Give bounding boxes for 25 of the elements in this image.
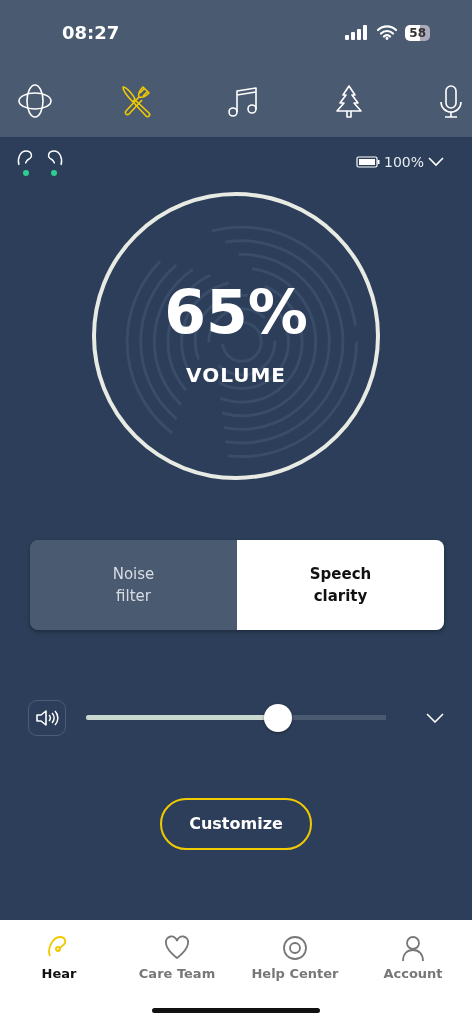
volume-value: 65% xyxy=(164,282,308,342)
nav-tab[interactable]: Account xyxy=(354,920,472,985)
battery-level: 58 xyxy=(405,24,430,41)
signal-icon xyxy=(345,25,370,40)
battery-icon xyxy=(355,156,380,168)
knife-fork-icon[interactable] xyxy=(120,83,154,119)
mode-toggle[interactable]: Speech clarity xyxy=(237,540,444,630)
globe-icon[interactable] xyxy=(18,83,52,119)
nav-tab[interactable]: Care Team xyxy=(118,920,236,985)
target-icon xyxy=(281,934,309,962)
nav-tab[interactable]: Hear xyxy=(0,920,118,985)
slider-thumb[interactable] xyxy=(264,704,292,732)
wifi-icon xyxy=(377,25,398,40)
mode-toggle[interactable]: Noise filter xyxy=(30,540,237,630)
speaker-icon[interactable] xyxy=(28,700,66,736)
customize-button[interactable]: Customize xyxy=(160,798,312,850)
volume-dial[interactable]: 65% VOLUME xyxy=(92,192,380,480)
heart-icon xyxy=(163,934,191,962)
volume-label: VOLUME xyxy=(186,362,286,389)
person-icon xyxy=(399,934,427,962)
status-time: 08:27 xyxy=(62,21,120,45)
nav-tab[interactable]: Help Center xyxy=(236,920,354,985)
chevron-down-icon[interactable] xyxy=(426,713,444,723)
chevron-down-icon[interactable] xyxy=(428,157,444,167)
device-battery-text: 100% xyxy=(383,152,424,172)
